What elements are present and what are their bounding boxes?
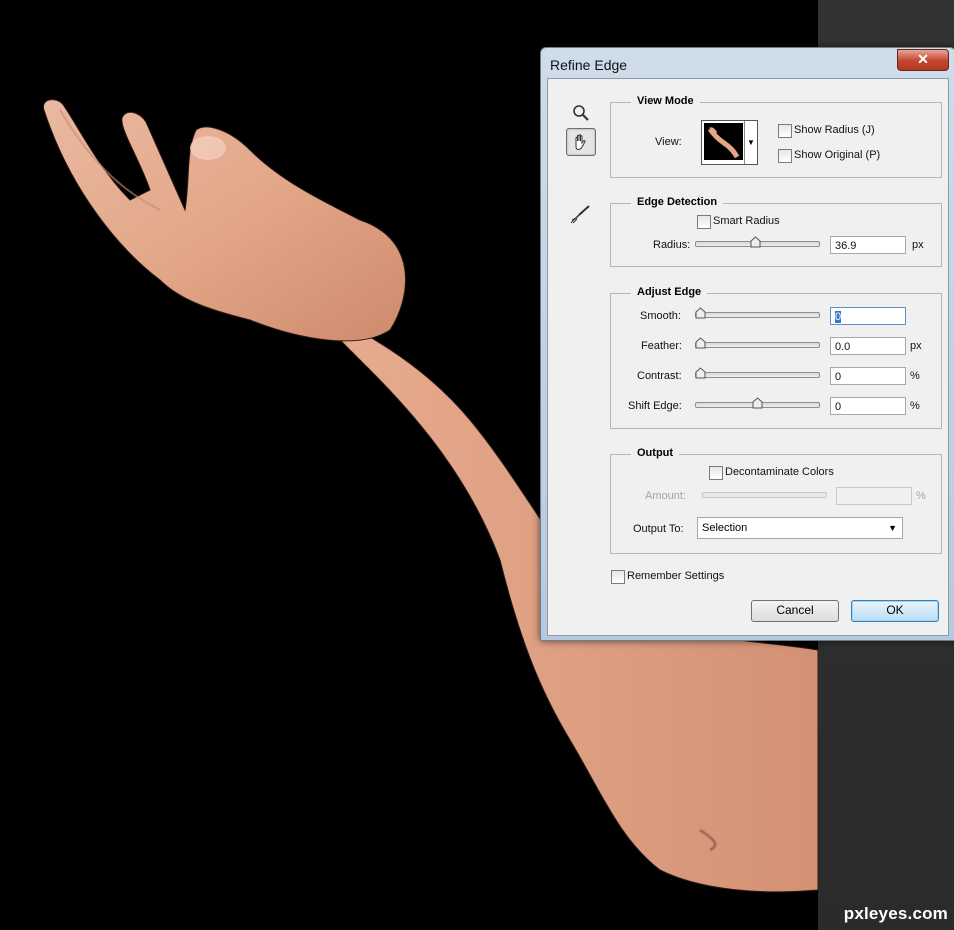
zoom-tool-button[interactable] [567, 100, 595, 126]
feather-unit: px [910, 340, 922, 352]
output-to-select[interactable]: Selection ▼ [697, 517, 903, 539]
view-preview-thumbnail [704, 123, 743, 160]
smooth-input-value: 0 [835, 311, 842, 323]
output-title: Output [631, 447, 680, 459]
amount-unit: % [916, 490, 926, 502]
dialog-titlebar[interactable]: Refine Edge ✕ [541, 48, 954, 78]
radius-input[interactable]: 36.9 [830, 236, 906, 254]
feather-slider[interactable] [695, 337, 820, 349]
cancel-button[interactable]: Cancel [751, 600, 839, 622]
hand-icon [575, 134, 586, 151]
feather-label: Feather: [641, 340, 682, 352]
hand-tool-button[interactable] [566, 128, 596, 156]
ok-button[interactable]: OK [851, 600, 939, 622]
chevron-down-icon: ▼ [888, 523, 897, 533]
dialog-title: Refine Edge [550, 57, 628, 73]
smart-radius-label: Smart Radius [713, 215, 780, 227]
shift-edge-unit: % [910, 400, 920, 412]
amount-slider [702, 492, 827, 498]
view-mode-dropdown[interactable]: ▼ [701, 120, 758, 165]
adjust-edge-title: Adjust Edge [631, 286, 708, 298]
dialog-client-area: View Mode View: ▼ Show Radius (J) Show O… [547, 78, 949, 636]
smooth-slider-thumb[interactable] [695, 307, 706, 319]
contrast-slider-thumb[interactable] [695, 367, 706, 379]
zoom-icon [573, 105, 589, 121]
show-radius-checkbox[interactable] [778, 124, 792, 138]
view-label: View: [655, 136, 682, 148]
radius-label: Radius: [653, 239, 691, 251]
radius-slider-thumb[interactable] [750, 236, 761, 248]
amount-input [836, 487, 912, 505]
contrast-label: Contrast: [637, 370, 682, 382]
shift-edge-slider[interactable] [695, 397, 820, 409]
decontaminate-colors-label: Decontaminate Colors [725, 466, 834, 478]
feather-slider-thumb[interactable] [695, 337, 706, 349]
edge-detection-group: Edge Detection [610, 196, 942, 267]
view-mode-title: View Mode [631, 95, 700, 107]
close-icon: ✕ [917, 51, 929, 67]
shift-edge-input[interactable]: 0 [830, 397, 906, 415]
smooth-label: Smooth: [640, 310, 681, 322]
output-to-value: Selection [702, 522, 748, 534]
watermark-text: pxleyes.com [843, 904, 948, 923]
amount-label: Amount: [645, 490, 686, 502]
radius-unit: px [912, 239, 924, 251]
show-radius-label: Show Radius (J) [794, 124, 875, 136]
show-original-label: Show Original (P) [794, 149, 881, 161]
smooth-input[interactable]: 0 [830, 307, 906, 325]
contrast-unit: % [910, 370, 920, 382]
feather-input[interactable]: 0.0 [830, 337, 906, 355]
refine-radius-tool-button[interactable] [567, 201, 595, 227]
contrast-input[interactable]: 0 [830, 367, 906, 385]
close-button[interactable]: ✕ [897, 49, 949, 71]
refine-edge-dialog: Refine Edge ✕ View Mode View: ▼ Show Rad… [540, 47, 954, 641]
remember-settings-label: Remember Settings [627, 570, 725, 582]
remember-settings-checkbox[interactable] [611, 570, 625, 584]
edge-detection-title: Edge Detection [631, 196, 724, 208]
refine-radius-brush-icon [570, 205, 590, 224]
decontaminate-colors-checkbox[interactable] [709, 466, 723, 480]
shift-edge-label: Shift Edge: [628, 400, 682, 412]
chevron-down-icon: ▼ [744, 121, 757, 164]
radius-slider[interactable] [695, 236, 820, 248]
shift-edge-slider-thumb[interactable] [752, 397, 763, 409]
contrast-slider[interactable] [695, 367, 820, 379]
smooth-slider[interactable] [695, 307, 820, 319]
smart-radius-checkbox[interactable] [697, 215, 711, 229]
show-original-checkbox[interactable] [778, 149, 792, 163]
output-to-label: Output To: [633, 523, 684, 535]
